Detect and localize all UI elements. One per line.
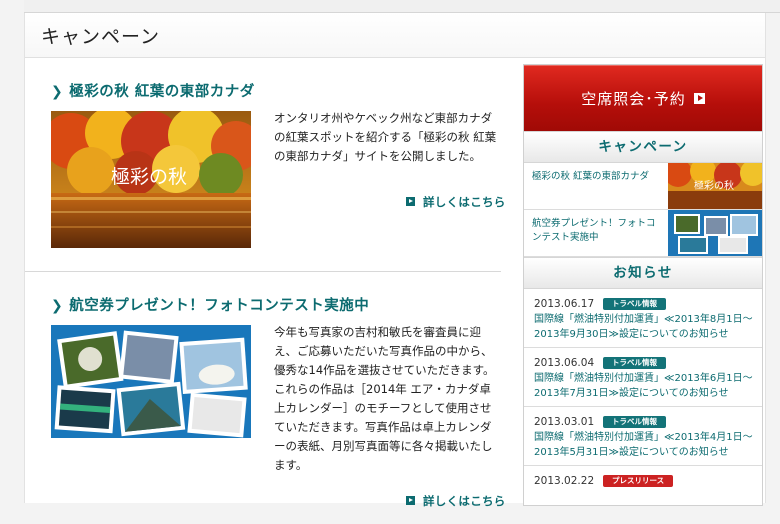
- campaign-heading: キャンペーン: [524, 131, 762, 163]
- divider: [25, 271, 501, 272]
- article-title-text: 航空券プレゼント！フォトコンテスト実施中: [69, 298, 370, 314]
- news-badge: プレスリリース: [603, 475, 674, 487]
- autumn-forest-image: 極彩の秋: [51, 111, 251, 248]
- campaign-thumb-autumn: 極彩の秋: [668, 163, 762, 209]
- article-image-autumn[interactable]: 極彩の秋: [51, 111, 251, 248]
- image-caption: 極彩の秋: [111, 166, 187, 188]
- news-text: 国際線「燃油特別付加運賃」≪2013年4月1日～2013年5月31日≫設定につい…: [534, 432, 753, 458]
- news-date: 2013.03.01: [534, 416, 595, 428]
- article-title-text: 極彩の秋 紅葉の東部カナダ: [69, 84, 255, 100]
- news-date: 2013.02.22: [534, 475, 595, 487]
- article-body-autumn: オンタリオ州やケベック州など東部カナダの紅葉スポットを紹介する「極彩の秋 紅葉の…: [274, 111, 497, 163]
- news-badge: トラベル情報: [603, 357, 666, 369]
- chevron-right-icon: ❯: [51, 298, 64, 314]
- news-date: 2013.06.04: [534, 357, 595, 369]
- page-title: キャンペーン: [41, 26, 161, 48]
- content-panel: キャンペーン ❯ 極彩の秋 紅葉の東部カナダ 極彩の秋 オンタリオ州やケベック州…: [24, 13, 766, 508]
- news-badge: トラベル情報: [603, 298, 666, 310]
- more-link-label: 詳しくはこちら: [423, 195, 506, 209]
- news-date: 2013.06.17: [534, 298, 595, 310]
- sidebar: 空席照会･予約 キャンペーン 極彩の秋 紅葉の東部カナダ 極彩の秋 航空券プレゼ…: [523, 64, 763, 506]
- top-bar: [24, 0, 780, 13]
- main-content: ❯ 極彩の秋 紅葉の東部カナダ 極彩の秋 オンタリオ州やケベック州など東部カナダ…: [25, 58, 522, 508]
- arrow-box-icon: [406, 197, 415, 206]
- article-title-autumn[interactable]: ❯ 極彩の秋 紅葉の東部カナダ: [51, 80, 255, 101]
- news-item[interactable]: 2013.02.22 プレスリリース: [524, 466, 762, 524]
- news-item[interactable]: 2013.06.04 トラベル情報 国際線「燃油特別付加運賃」≪2013年6月1…: [524, 348, 762, 407]
- campaign-item-photo-contest[interactable]: 航空券プレゼント！フォトコンテスト実施中: [524, 210, 762, 257]
- reserve-button[interactable]: 空席照会･予約: [524, 65, 762, 131]
- photo-collage-image: [51, 325, 251, 438]
- thumb-caption: 極彩の秋: [694, 179, 734, 192]
- campaign-item-autumn[interactable]: 極彩の秋 紅葉の東部カナダ 極彩の秋: [524, 163, 762, 210]
- more-link-label: 詳しくはこちら: [423, 494, 506, 508]
- news-text: 国際線「燃油特別付加運賃」≪2013年8月1日～2013年9月30日≫設定につい…: [534, 314, 753, 340]
- more-link-photo-contest[interactable]: 詳しくはこちら: [406, 493, 506, 509]
- article-title-photo-contest[interactable]: ❯ 航空券プレゼント！フォトコンテスト実施中: [51, 294, 369, 315]
- reserve-button-label: 空席照会･予約: [581, 89, 686, 108]
- article-image-photo-contest[interactable]: [51, 325, 251, 438]
- campaign-item-text: 極彩の秋 紅葉の東部カナダ: [532, 171, 650, 182]
- news-heading: お知らせ: [524, 257, 762, 289]
- news-item[interactable]: 2013.06.17 トラベル情報 国際線「燃油特別付加運賃」≪2013年8月1…: [524, 289, 762, 348]
- news-text: 国際線「燃油特別付加運賃」≪2013年6月1日～2013年7月31日≫設定につい…: [534, 373, 753, 399]
- campaign-thumb-photo-contest: [668, 210, 762, 256]
- arrow-box-icon: [406, 496, 415, 505]
- arrow-box-icon: [693, 92, 705, 104]
- more-link-autumn[interactable]: 詳しくはこちら: [406, 194, 506, 210]
- page-header: キャンペーン: [25, 13, 765, 58]
- article-body-photo-contest: 今年も写真家の吉村和敏氏を審査員に迎え、ご応募いただいた写真作品の中から、優秀な…: [274, 325, 495, 472]
- chevron-right-icon: ❯: [51, 84, 64, 100]
- news-item[interactable]: 2013.03.01 トラベル情報 国際線「燃油特別付加運賃」≪2013年4月1…: [524, 407, 762, 466]
- campaign-item-text: 航空券プレゼント！フォトコンテスト実施中: [532, 218, 656, 243]
- news-badge: トラベル情報: [603, 416, 666, 428]
